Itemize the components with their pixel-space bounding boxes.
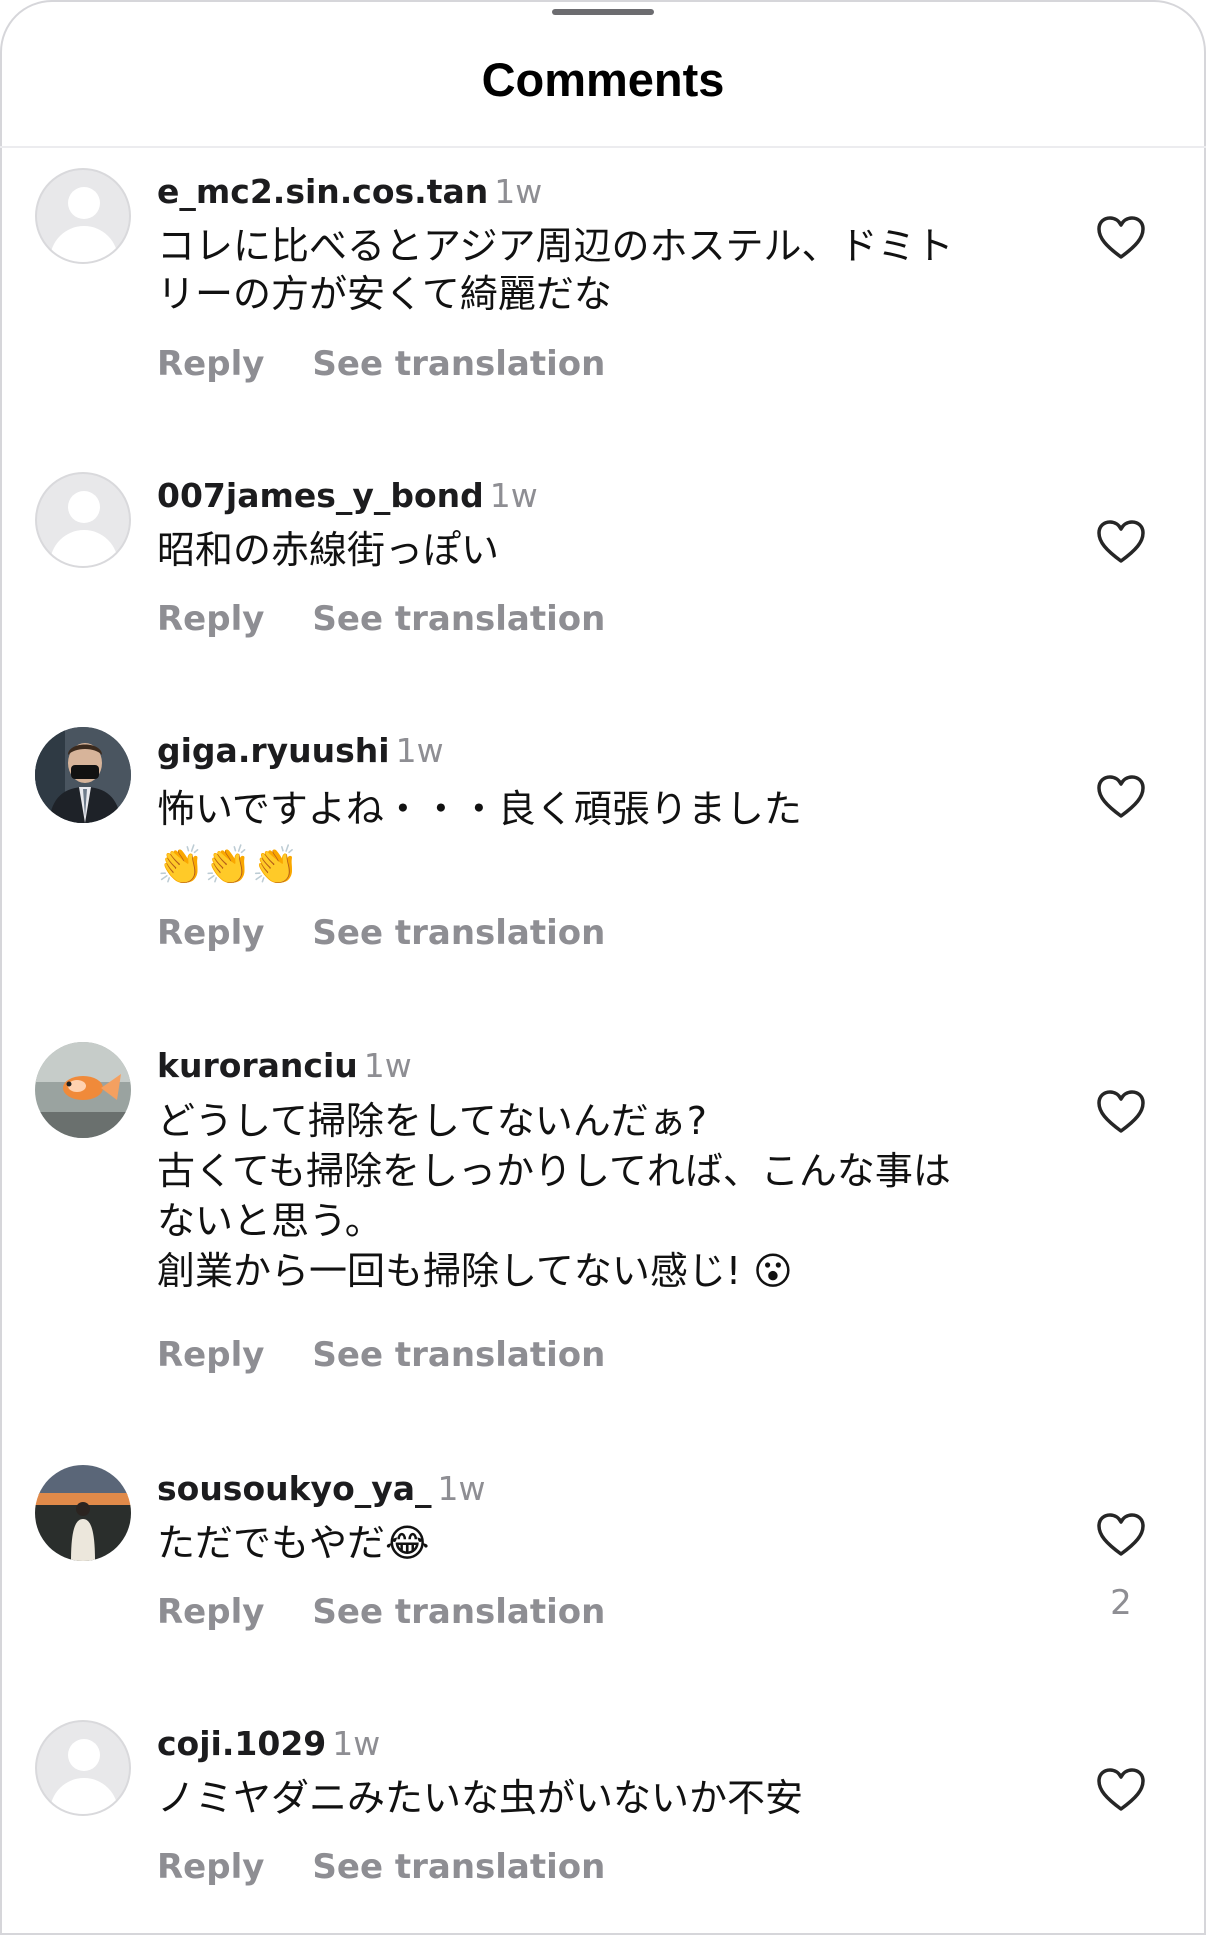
see-translation-button[interactable]: See translation	[312, 599, 605, 639]
timestamp: 1w	[363, 1046, 412, 1085]
comment-text: コレに比べるとアジア周辺のホステル、ドミト リーの方が安くて綺麗だな	[157, 224, 954, 316]
username[interactable]: e_mc2.sin.cos.tan	[157, 172, 488, 211]
avatar[interactable]	[35, 1042, 131, 1138]
heart-icon[interactable]	[1096, 1767, 1146, 1813]
comment-meta: sousoukyo_ya_ 1w	[157, 1469, 486, 1509]
like-count: 2	[1110, 1583, 1132, 1623]
comment-meta: 007james_y_bond 1w	[157, 476, 538, 516]
heart-icon[interactable]	[1096, 1512, 1146, 1558]
comment-text: どうして掃除をしてないんだぁ? 古くても掃除をしっかりしてれば、こんな事は ない…	[157, 1099, 951, 1293]
username[interactable]: sousoukyo_ya_	[157, 1469, 432, 1508]
timestamp: 1w	[489, 476, 538, 515]
person-in-suit-photo	[35, 727, 131, 823]
reply-button[interactable]: Reply	[157, 344, 264, 384]
comment-actions: Reply See translation	[157, 344, 605, 384]
heart-icon[interactable]	[1096, 1089, 1146, 1135]
avatar[interactable]	[35, 1720, 131, 1816]
timestamp: 1w	[437, 1469, 486, 1508]
comment-meta: coji.1029 1w	[157, 1724, 380, 1764]
heart-icon[interactable]	[1096, 215, 1146, 261]
reply-button[interactable]: Reply	[157, 599, 264, 639]
see-translation-button[interactable]: See translation	[312, 913, 605, 953]
comment-text: 昭和の赤線街っぽい	[157, 528, 500, 572]
comments-sheet: Comments e_mc2.sin.cos.tan 1w コレに比べるとアジア周…	[0, 0, 1206, 1935]
timestamp: 1w	[494, 172, 543, 211]
reply-button[interactable]: Reply	[157, 913, 264, 953]
comment-text: 怖いですよね・・・良く頑張りました 👏👏👏	[157, 787, 802, 887]
see-translation-button[interactable]: See translation	[312, 344, 605, 384]
reply-button[interactable]: Reply	[157, 1335, 264, 1375]
timestamp: 1w	[332, 1724, 381, 1763]
avatar[interactable]	[35, 727, 131, 823]
heart-icon[interactable]	[1096, 519, 1146, 565]
comment-meta: giga.ryuushi 1w	[157, 731, 444, 771]
username[interactable]: kuroranciu	[157, 1046, 358, 1085]
sheet-grabber[interactable]	[552, 9, 654, 15]
page-title: Comments	[481, 53, 725, 106]
comment-actions: Reply See translation	[157, 913, 605, 953]
reply-button[interactable]: Reply	[157, 1592, 264, 1632]
see-translation-button[interactable]: See translation	[312, 1592, 605, 1632]
username[interactable]: coji.1029	[157, 1724, 326, 1763]
comment-meta: e_mc2.sin.cos.tan 1w	[157, 172, 542, 212]
comment-text: ノミヤダニみたいな虫がいないか不安	[157, 1776, 804, 1820]
sunset-person-photo	[35, 1465, 131, 1561]
comment-actions: Reply See translation	[157, 1335, 605, 1375]
avatar[interactable]	[35, 1465, 131, 1561]
timestamp: 1w	[395, 731, 444, 770]
comment-actions: Reply See translation	[157, 1847, 605, 1887]
see-translation-button[interactable]: See translation	[312, 1847, 605, 1887]
avatar[interactable]	[35, 168, 131, 264]
comment-text: ただでもやだ😂	[157, 1521, 430, 1565]
reply-button[interactable]: Reply	[157, 1847, 264, 1887]
see-translation-button[interactable]: See translation	[312, 1335, 605, 1375]
comment-actions: Reply See translation	[157, 599, 605, 639]
username[interactable]: giga.ryuushi	[157, 731, 390, 770]
avatar[interactable]	[35, 472, 131, 568]
goldfish-photo	[35, 1042, 131, 1138]
heart-icon[interactable]	[1096, 774, 1146, 820]
username[interactable]: 007james_y_bond	[157, 476, 484, 515]
header-divider	[0, 146, 1206, 148]
comment-actions: Reply See translation	[157, 1592, 605, 1632]
comment-meta: kuroranciu 1w	[157, 1046, 412, 1086]
